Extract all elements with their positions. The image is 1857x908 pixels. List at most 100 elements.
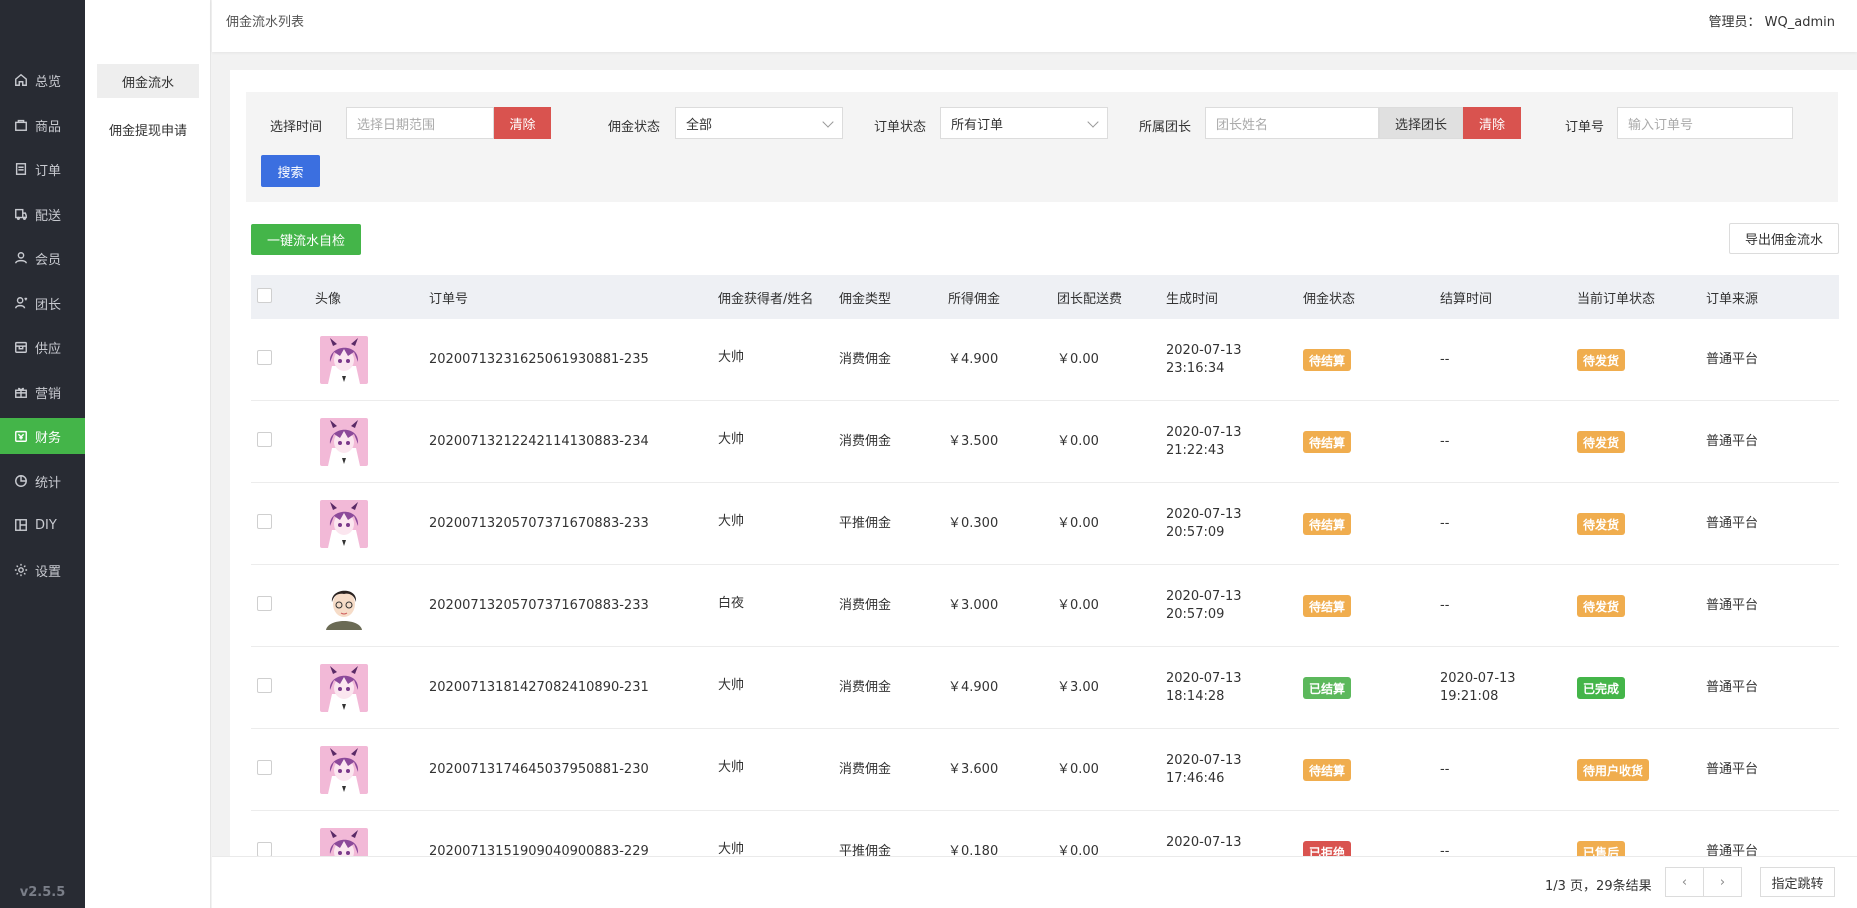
subnav-item-0[interactable]: 佣金流水 bbox=[97, 64, 199, 98]
created-date: 2020-07-13 bbox=[1166, 835, 1242, 850]
created-date: 2020-07-13 bbox=[1166, 753, 1242, 768]
finance-icon bbox=[13, 428, 29, 444]
row-checkbox[interactable] bbox=[257, 350, 272, 365]
column-header-0: 头像 bbox=[315, 291, 342, 307]
sidebar-item-7[interactable]: 营销 bbox=[0, 374, 85, 410]
self-check-button[interactable]: 一键流水自检 bbox=[251, 224, 361, 255]
order-status-select[interactable]: 所有订单 bbox=[940, 107, 1108, 139]
order-status-badge: 已完成 bbox=[1577, 677, 1626, 699]
column-header-9: 当前订单状态 bbox=[1577, 291, 1656, 307]
sidebar-item-5[interactable]: 团长 bbox=[0, 285, 85, 321]
order-status-label: 订单状态 bbox=[874, 120, 927, 135]
jump-page-button[interactable]: 指定跳转 bbox=[1760, 867, 1835, 897]
clear-date-button[interactable]: 清除 bbox=[494, 107, 551, 139]
delivery-fee: ￥0.00 bbox=[1057, 762, 1099, 777]
order-number: 20200713181427082410890-231 bbox=[429, 680, 649, 695]
sidebar-item-label: 配送 bbox=[35, 208, 62, 224]
table-row: 20200713205707371670883-233 白夜 消费佣金 ￥3.000 ￥… bbox=[251, 565, 1839, 647]
created-date: 2020-07-13 bbox=[1166, 425, 1242, 440]
row-checkbox[interactable] bbox=[257, 760, 272, 775]
commission-status-select[interactable]: 全部 bbox=[675, 107, 843, 139]
order-number: 20200713205707371670883-233 bbox=[429, 516, 649, 531]
select-all-checkbox[interactable] bbox=[257, 288, 272, 303]
pagination-bar: 1/3 页，29条结果 ‹ › 指定跳转 bbox=[212, 856, 1857, 908]
table-row: 20200713151909040900883-229 大帅 平推佣金 ￥0.180 ￥… bbox=[251, 811, 1839, 856]
table-row: 20200713205707371670883-233 大帅 平推佣金 ￥0.300 ￥… bbox=[251, 483, 1839, 565]
avatar bbox=[320, 746, 368, 794]
commission-type: 平推佣金 bbox=[839, 516, 892, 531]
created-time: 20:57:09 bbox=[1166, 607, 1225, 622]
earner-name: 大帅 bbox=[718, 678, 745, 693]
sidebar-item-4[interactable]: 会员 bbox=[0, 240, 85, 276]
commission-status-label: 佣金状态 bbox=[608, 120, 661, 135]
chevron-down-icon bbox=[822, 116, 834, 128]
row-checkbox[interactable] bbox=[257, 678, 272, 693]
order-status-badge: 待发货 bbox=[1577, 513, 1626, 535]
order-number: 20200713151909040900883-229 bbox=[429, 844, 649, 856]
order-status-badge: 待发货 bbox=[1577, 349, 1626, 371]
earner-name: 大帅 bbox=[718, 760, 745, 775]
sidebar-item-2[interactable]: 订单 bbox=[0, 151, 85, 187]
sidebar-item-label: 供应 bbox=[35, 341, 62, 357]
settle-date: -- bbox=[1440, 516, 1450, 531]
sidebar-item-0[interactable]: 总览 bbox=[0, 62, 85, 98]
order-source: 普通平台 bbox=[1706, 352, 1759, 367]
sidebar-item-3[interactable]: 配送 bbox=[0, 196, 85, 232]
sidebar-item-label: 统计 bbox=[35, 475, 62, 491]
created-date: 2020-07-13 bbox=[1166, 507, 1242, 522]
column-header-8: 结算时间 bbox=[1440, 291, 1493, 307]
row-checkbox[interactable] bbox=[257, 514, 272, 529]
delivery-icon bbox=[13, 206, 29, 222]
order-number: 20200713231625061930881-235 bbox=[429, 352, 649, 367]
row-checkbox[interactable] bbox=[257, 596, 272, 611]
order-source: 普通平台 bbox=[1706, 434, 1759, 449]
commission-status-badge: 待结算 bbox=[1303, 595, 1352, 617]
created-time: 18:14:28 bbox=[1166, 689, 1225, 704]
search-button[interactable]: 搜索 bbox=[261, 155, 320, 187]
next-page-button[interactable]: › bbox=[1703, 867, 1742, 897]
commission-status-badge: 已拒绝 bbox=[1303, 841, 1352, 856]
column-header-6: 生成时间 bbox=[1166, 291, 1219, 307]
sidebar-item-10[interactable]: DIY bbox=[0, 507, 85, 543]
export-button[interactable]: 导出佣金流水 bbox=[1729, 223, 1839, 254]
order-status-badge: 已售后 bbox=[1577, 841, 1626, 856]
sidebar-item-6[interactable]: 供应 bbox=[0, 329, 85, 365]
avatar bbox=[320, 582, 368, 630]
column-header-7: 佣金状态 bbox=[1303, 291, 1356, 307]
column-header-3: 佣金类型 bbox=[839, 291, 892, 307]
delivery-fee: ￥3.00 bbox=[1057, 680, 1099, 695]
settle-date: -- bbox=[1440, 762, 1450, 777]
table-row: 20200713231625061930881-235 大帅 消费佣金 ￥4.900 ￥… bbox=[251, 319, 1839, 401]
commission-type: 消费佣金 bbox=[839, 352, 892, 367]
commission-amount: ￥0.180 bbox=[948, 844, 999, 856]
delivery-fee: ￥0.00 bbox=[1057, 844, 1099, 856]
row-checkbox[interactable] bbox=[257, 432, 272, 447]
admin-label: 管理员： WQ_admin bbox=[1708, 15, 1835, 30]
order-source: 普通平台 bbox=[1706, 844, 1759, 856]
gear-icon bbox=[13, 562, 29, 578]
chevron-right-icon: › bbox=[1719, 874, 1726, 890]
column-header-5: 团长配送费 bbox=[1057, 291, 1123, 307]
order-no-input[interactable]: 输入订单号 bbox=[1617, 107, 1793, 139]
row-checkbox[interactable] bbox=[257, 842, 272, 856]
leader-name-input[interactable]: 团长姓名 bbox=[1205, 107, 1379, 139]
clear-leader-button[interactable]: 清除 bbox=[1463, 107, 1521, 139]
main-sidebar: v2.5.5 总览 商品 订单 配送 会员 团长 供应 营销 财务 统计 DIY 设置 bbox=[0, 0, 85, 908]
chevron-left-icon: ‹ bbox=[1681, 874, 1688, 890]
select-leader-button[interactable]: 选择团长 bbox=[1379, 107, 1463, 139]
date-range-input[interactable]: 选择日期范围 bbox=[346, 107, 494, 139]
sub-sidebar: 佣金流水佣金提现申请 bbox=[85, 0, 211, 908]
sidebar-item-label: 总览 bbox=[35, 74, 62, 90]
prev-page-button[interactable]: ‹ bbox=[1665, 867, 1704, 897]
stats-icon bbox=[13, 473, 29, 489]
sidebar-item-1[interactable]: 商品 bbox=[0, 107, 85, 143]
table-row: 20200713174645037950881-230 大帅 消费佣金 ￥3.600 ￥… bbox=[251, 729, 1839, 811]
column-header-2: 佣金获得者/姓名 bbox=[718, 291, 814, 307]
sidebar-item-11[interactable]: 设置 bbox=[0, 552, 85, 588]
earner-name: 大帅 bbox=[718, 350, 745, 365]
sidebar-item-9[interactable]: 统计 bbox=[0, 463, 85, 499]
sidebar-item-8[interactable]: 财务 bbox=[0, 418, 85, 454]
subnav-item-1[interactable]: 佣金提现申请 bbox=[97, 112, 199, 146]
created-time: 17:46:46 bbox=[1166, 771, 1225, 786]
filter-panel: 选择时间 选择日期范围 清除 佣金状态 全部 订单状态 所有订单 所属团长 团长… bbox=[246, 92, 1838, 202]
